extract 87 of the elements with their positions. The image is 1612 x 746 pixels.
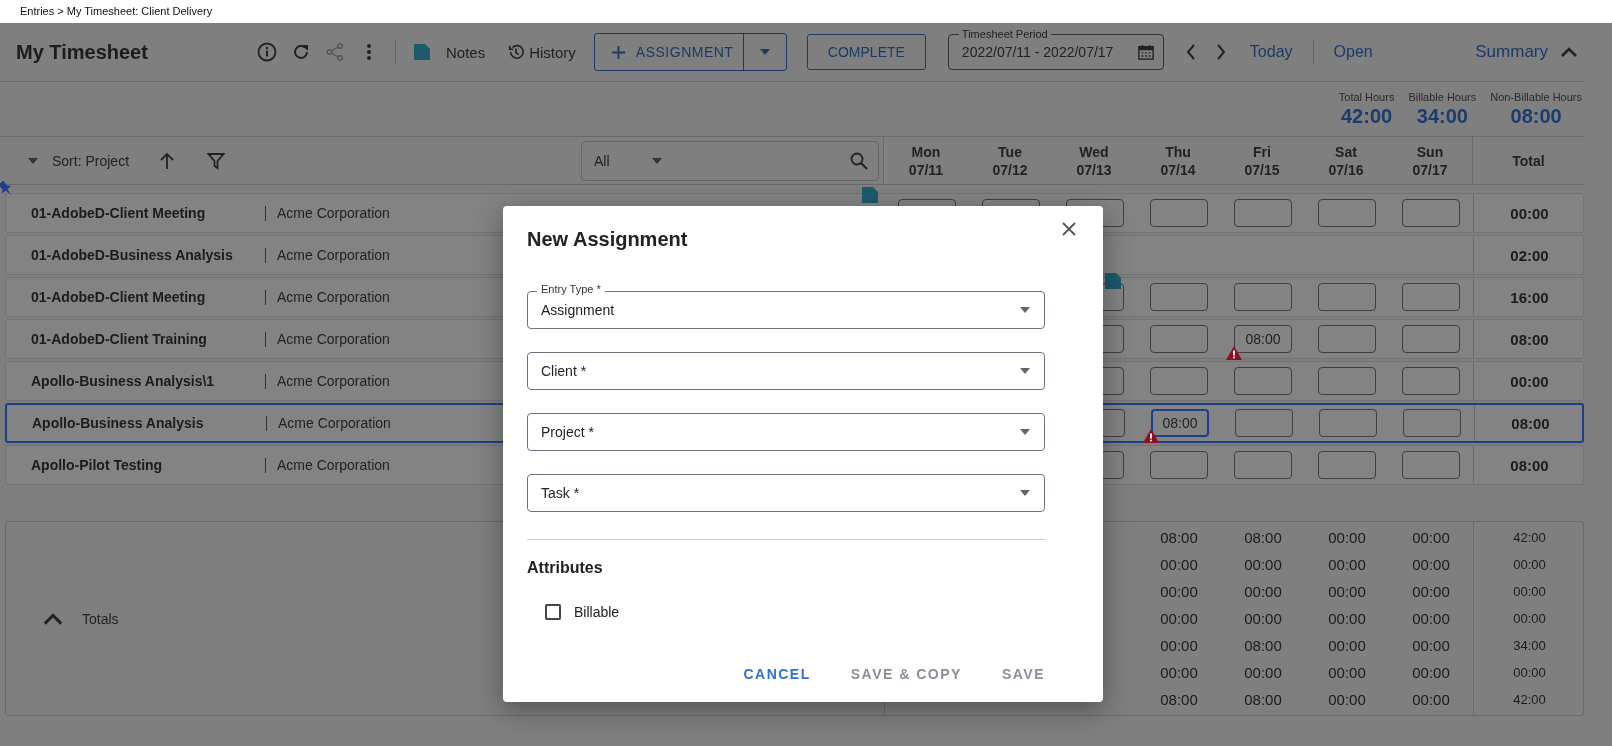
row-total: 08:00 bbox=[1510, 330, 1549, 348]
client-name: Acme Corporation bbox=[277, 289, 390, 305]
field-label: Entry Type * bbox=[537, 282, 605, 296]
project-name: Apollo-Business Analysis bbox=[32, 415, 205, 431]
date-heading: 07/17 bbox=[1412, 160, 1448, 179]
page-title: My Timesheet bbox=[16, 40, 149, 64]
date-heading: 07/15 bbox=[1244, 160, 1280, 179]
date-heading: 07/16 bbox=[1328, 160, 1364, 179]
stat-label: Non-Billable Hours bbox=[1490, 90, 1582, 103]
day-total: 00:00 bbox=[1328, 556, 1366, 573]
client-name: Acme Corporation bbox=[277, 457, 390, 473]
date-heading: 07/12 bbox=[992, 160, 1028, 179]
day-total: 00:00 bbox=[1244, 583, 1282, 600]
stat-label: Billable Hours bbox=[1408, 90, 1477, 103]
project-name: 01-AdobeD-Business Analysis bbox=[31, 247, 234, 263]
row-total: 00:00 bbox=[1510, 372, 1549, 390]
project-name: 01-AdobeD-Client Meeting bbox=[31, 289, 207, 305]
field-label: Timesheet Period bbox=[958, 27, 1051, 41]
date-heading: 07/11 bbox=[908, 160, 944, 179]
status-label: Open bbox=[1333, 43, 1373, 61]
stat-value: 42:00 bbox=[1341, 104, 1393, 128]
day-total: 08:00 bbox=[1160, 691, 1198, 708]
day-total: 00:00 bbox=[1160, 664, 1198, 681]
day-total: 08:00 bbox=[1160, 529, 1198, 546]
day-total: 00:00 bbox=[1412, 664, 1450, 681]
stat-label: Total Hours bbox=[1338, 90, 1395, 103]
day-total: 00:00 bbox=[1412, 691, 1450, 708]
date-heading: 07/14 bbox=[1160, 160, 1196, 179]
day-total: 00:00 bbox=[1328, 637, 1366, 654]
line-total: 42:00 bbox=[1513, 692, 1546, 707]
stat-value: 08:00 bbox=[1510, 104, 1562, 128]
day-heading: Mon bbox=[911, 142, 941, 161]
day-total: 00:00 bbox=[1412, 583, 1450, 600]
client-name: Acme Corporation bbox=[277, 247, 390, 263]
day-heading: Wed bbox=[1079, 142, 1109, 161]
day-total: 00:00 bbox=[1328, 583, 1366, 600]
stat-value: 34:00 bbox=[1416, 104, 1468, 128]
total-heading: Total bbox=[1512, 152, 1545, 169]
day-total: 08:00 bbox=[1244, 529, 1282, 546]
day-total: 00:00 bbox=[1328, 610, 1366, 627]
project-name: 01-AdobeD-Client Training bbox=[31, 331, 208, 347]
day-total: 00:00 bbox=[1328, 691, 1366, 708]
day-total: 00:00 bbox=[1160, 637, 1198, 654]
day-total: 00:00 bbox=[1412, 529, 1450, 546]
day-total: 00:00 bbox=[1244, 610, 1282, 627]
day-total: 00:00 bbox=[1328, 529, 1366, 546]
day-total: 08:00 bbox=[1244, 691, 1282, 708]
day-total: 00:00 bbox=[1244, 664, 1282, 681]
client-name: Acme Corporation bbox=[278, 415, 391, 431]
client-name: Acme Corporation bbox=[277, 205, 390, 221]
totals-label: Totals bbox=[82, 610, 119, 627]
line-total: 00:00 bbox=[1513, 665, 1546, 680]
field-placeholder: Client * bbox=[541, 363, 587, 379]
client-name: Acme Corporation bbox=[277, 373, 390, 389]
day-total: 00:00 bbox=[1160, 610, 1198, 627]
day-heading: Fri bbox=[1253, 142, 1271, 161]
line-total: 00:00 bbox=[1513, 557, 1546, 572]
day-total: 00:00 bbox=[1412, 556, 1450, 573]
date-heading: 07/13 bbox=[1076, 160, 1112, 179]
day-heading: Tue bbox=[998, 142, 1022, 161]
line-total: 00:00 bbox=[1513, 584, 1546, 599]
row-total: 08:00 bbox=[1510, 456, 1549, 474]
section-heading: Attributes bbox=[527, 559, 604, 577]
line-total: 00:00 bbox=[1513, 611, 1546, 626]
day-heading: Sun bbox=[1416, 142, 1444, 161]
day-total: 00:00 bbox=[1244, 556, 1282, 573]
dialog-title: New Assignment bbox=[527, 227, 689, 251]
line-total: 42:00 bbox=[1513, 530, 1546, 545]
row-total: 16:00 bbox=[1510, 288, 1549, 306]
client-name: Acme Corporation bbox=[277, 331, 390, 347]
day-total: 00:00 bbox=[1160, 556, 1198, 573]
day-total: 00:00 bbox=[1328, 664, 1366, 681]
field-placeholder: Task * bbox=[541, 485, 580, 501]
row-total: 00:00 bbox=[1510, 204, 1549, 222]
day-total: 08:00 bbox=[1244, 637, 1282, 654]
day-heading: Thu bbox=[1165, 142, 1191, 161]
project-name: 01-AdobeD-Client Meeting bbox=[31, 205, 207, 221]
project-name: Apollo-Pilot Testing bbox=[31, 457, 164, 473]
day-total: 00:00 bbox=[1412, 637, 1450, 654]
day-total: 00:00 bbox=[1412, 610, 1450, 627]
row-total: 08:00 bbox=[1511, 414, 1550, 432]
day-heading: Sat bbox=[1335, 142, 1357, 161]
field-placeholder: Project * bbox=[541, 424, 594, 440]
line-total: 34:00 bbox=[1513, 638, 1546, 653]
project-name: Apollo-Business Analysis\1 bbox=[31, 373, 216, 389]
row-total: 02:00 bbox=[1510, 246, 1549, 264]
day-total: 00:00 bbox=[1160, 583, 1198, 600]
